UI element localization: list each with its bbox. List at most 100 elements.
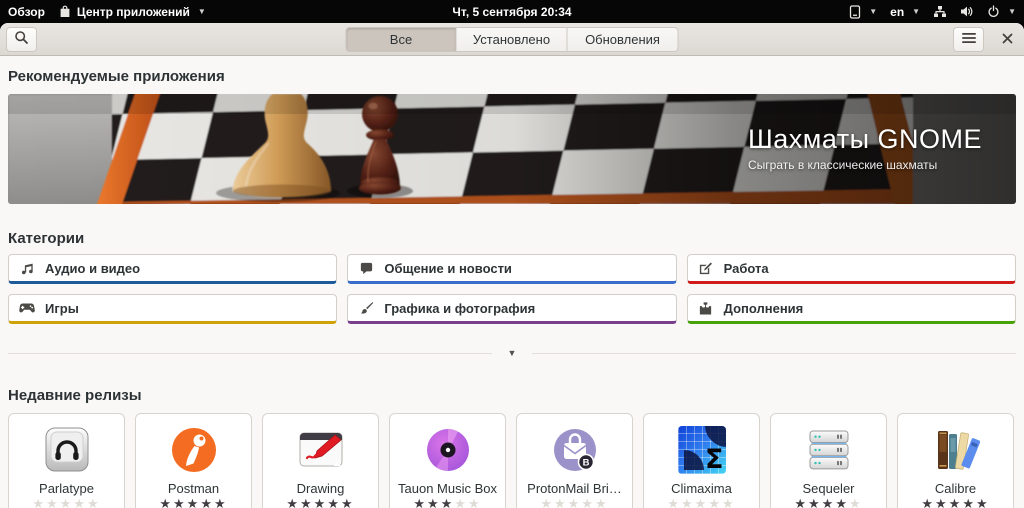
- app-tile-protonmail-bridge[interactable]: B ProtonMail Bri… ★★★★★: [516, 413, 633, 508]
- star-icon: ★: [721, 496, 736, 508]
- keyboard-layout-label: en: [890, 4, 905, 19]
- parlatype-app-icon: [43, 426, 91, 474]
- view-switcher: Все Установлено Обновления: [345, 26, 679, 52]
- star-icon: ★: [821, 496, 836, 508]
- app-name: Climaxima: [671, 481, 732, 496]
- star-icon: ★: [327, 496, 341, 508]
- network-wired-icon[interactable]: [933, 5, 947, 18]
- banner-subtitle: Сыграть в классические шахматы: [748, 158, 938, 172]
- rating-stars: ★★★★★: [413, 497, 481, 508]
- app-tile-parlatype[interactable]: Parlatype ★★★★★: [8, 413, 125, 508]
- activities-button[interactable]: Обзор: [8, 5, 45, 19]
- app-menu-button[interactable]: Центр приложений ▼: [59, 5, 206, 19]
- app-tile-calibre[interactable]: Calibre ★★★★★: [897, 413, 1014, 508]
- star-icon: ★: [286, 496, 301, 508]
- clock[interactable]: Чт, 5 сентября 20:34: [452, 5, 571, 19]
- category-addons[interactable]: Дополнения: [686, 294, 1016, 324]
- app-tile-postman[interactable]: Postman ★★★★★: [135, 413, 252, 508]
- chevron-down-icon: ▼: [912, 7, 921, 16]
- star-icon: ★: [454, 496, 468, 508]
- recent-releases-row: Parlatype ★★★★★ Postman ★★★★★ Drawing ★★…: [8, 413, 1016, 508]
- featured-banner-gnome-chess[interactable]: Шахматы GNOME Сыграть в классические шах…: [8, 94, 1016, 204]
- banner-caption: Шахматы GNOME Сыграть в классические шах…: [748, 124, 982, 172]
- primary-menu-button[interactable]: [953, 26, 984, 52]
- chevron-down-icon: ▼: [869, 7, 878, 16]
- category-label: Работа: [723, 260, 769, 276]
- app-tile-sequeler[interactable]: Sequeler ★★★★★: [770, 413, 887, 508]
- star-icon: ★: [186, 496, 201, 508]
- keyboard-layout-menu[interactable]: en ▼: [890, 5, 920, 19]
- category-graphics-photography[interactable]: Графика и фотография: [347, 294, 677, 324]
- app-tile-climaxima[interactable]: Σ Climaxima ★★★★★: [643, 413, 760, 508]
- category-communication-news[interactable]: Общение и новости: [347, 254, 677, 284]
- shopping-bag-icon: [59, 5, 71, 18]
- gnome-top-bar: Обзор Центр приложений ▼ Чт, 5 сентября …: [0, 0, 1024, 23]
- rating-stars: ★★★★★: [667, 497, 735, 508]
- category-audio-video[interactable]: Аудио и видео: [8, 254, 338, 284]
- sigma-glyph: Σ: [705, 444, 724, 474]
- chevron-down-icon: ▼: [507, 348, 517, 358]
- star-icon: ★: [808, 496, 822, 508]
- rating-stars: ★★★★★: [286, 497, 354, 508]
- app-name: Postman: [167, 481, 220, 496]
- category-games[interactable]: Игры: [8, 294, 338, 324]
- category-grid: Аудио и видео Общение и новости Работа И…: [8, 254, 1016, 324]
- rating-stars: ★★★★★: [32, 497, 100, 508]
- climaxima-app-icon: Σ: [677, 426, 726, 474]
- tab-all[interactable]: Все: [345, 26, 457, 52]
- chat-bubble-icon: [358, 260, 374, 276]
- calibre-app-icon: [932, 426, 980, 474]
- rating-stars: ★★★★★: [159, 497, 227, 508]
- app-tile-tauon-music-box[interactable]: Tauon Music Box ★★★★★: [389, 413, 506, 508]
- banner-title: Шахматы GNOME: [748, 124, 983, 154]
- category-label: Игры: [45, 300, 79, 316]
- star-icon: ★: [667, 496, 682, 508]
- star-icon: ★: [32, 496, 47, 508]
- search-icon: [14, 30, 29, 48]
- category-label: Общение и новости: [384, 260, 512, 276]
- power-menu[interactable]: ▼: [987, 5, 1016, 18]
- star-icon: ★: [962, 496, 976, 508]
- category-work[interactable]: Работа: [686, 254, 1016, 284]
- search-button[interactable]: [6, 26, 37, 52]
- expand-categories-button[interactable]: ▼: [492, 346, 532, 360]
- star-icon: ★: [340, 496, 355, 508]
- star-icon: ★: [440, 496, 455, 508]
- volume-icon[interactable]: [960, 5, 974, 18]
- close-window-button[interactable]: [996, 28, 1018, 50]
- sequeler-app-icon: [805, 426, 853, 474]
- headerbar: Все Установлено Обновления: [0, 23, 1024, 56]
- app-name: Parlatype: [39, 481, 94, 496]
- input-source-menu[interactable]: ▼: [849, 4, 878, 19]
- star-icon: ★: [921, 496, 936, 508]
- star-icon: ★: [581, 496, 595, 508]
- star-icon: ★: [213, 496, 228, 508]
- recent-releases-heading: Недавние релизы: [8, 387, 142, 404]
- hamburger-menu-icon: [961, 32, 976, 47]
- close-icon: [1002, 32, 1013, 47]
- category-label: Аудио и видео: [45, 260, 141, 276]
- tauon-app-icon: [424, 426, 472, 474]
- tab-installed[interactable]: Установлено: [456, 26, 568, 52]
- star-icon: ★: [313, 496, 328, 508]
- music-notes-icon: [19, 260, 35, 276]
- software-center-window: Все Установлено Обновления Рекомендуемые…: [0, 23, 1024, 508]
- app-name: Calibre: [934, 481, 977, 496]
- star-icon: ★: [413, 496, 428, 508]
- app-name: Tauon Music Box: [398, 481, 497, 496]
- star-icon: ★: [300, 496, 314, 508]
- brush-icon: [358, 300, 374, 316]
- app-tile-drawing[interactable]: Drawing ★★★★★: [262, 413, 379, 508]
- star-icon: ★: [46, 496, 60, 508]
- star-icon: ★: [173, 496, 187, 508]
- gamepad-icon: [19, 300, 35, 316]
- tab-updates[interactable]: Обновления: [567, 26, 679, 52]
- screen: Обзор Центр приложений ▼ Чт, 5 сентября …: [0, 0, 1024, 508]
- category-label: Графика и фотография: [384, 300, 536, 316]
- app-name: Drawing: [296, 481, 345, 496]
- star-icon: ★: [159, 496, 174, 508]
- app-menu-label: Центр приложений: [76, 4, 190, 19]
- chevron-down-icon: ▼: [1008, 7, 1016, 16]
- star-icon: ★: [467, 496, 482, 508]
- star-icon: ★: [935, 496, 949, 508]
